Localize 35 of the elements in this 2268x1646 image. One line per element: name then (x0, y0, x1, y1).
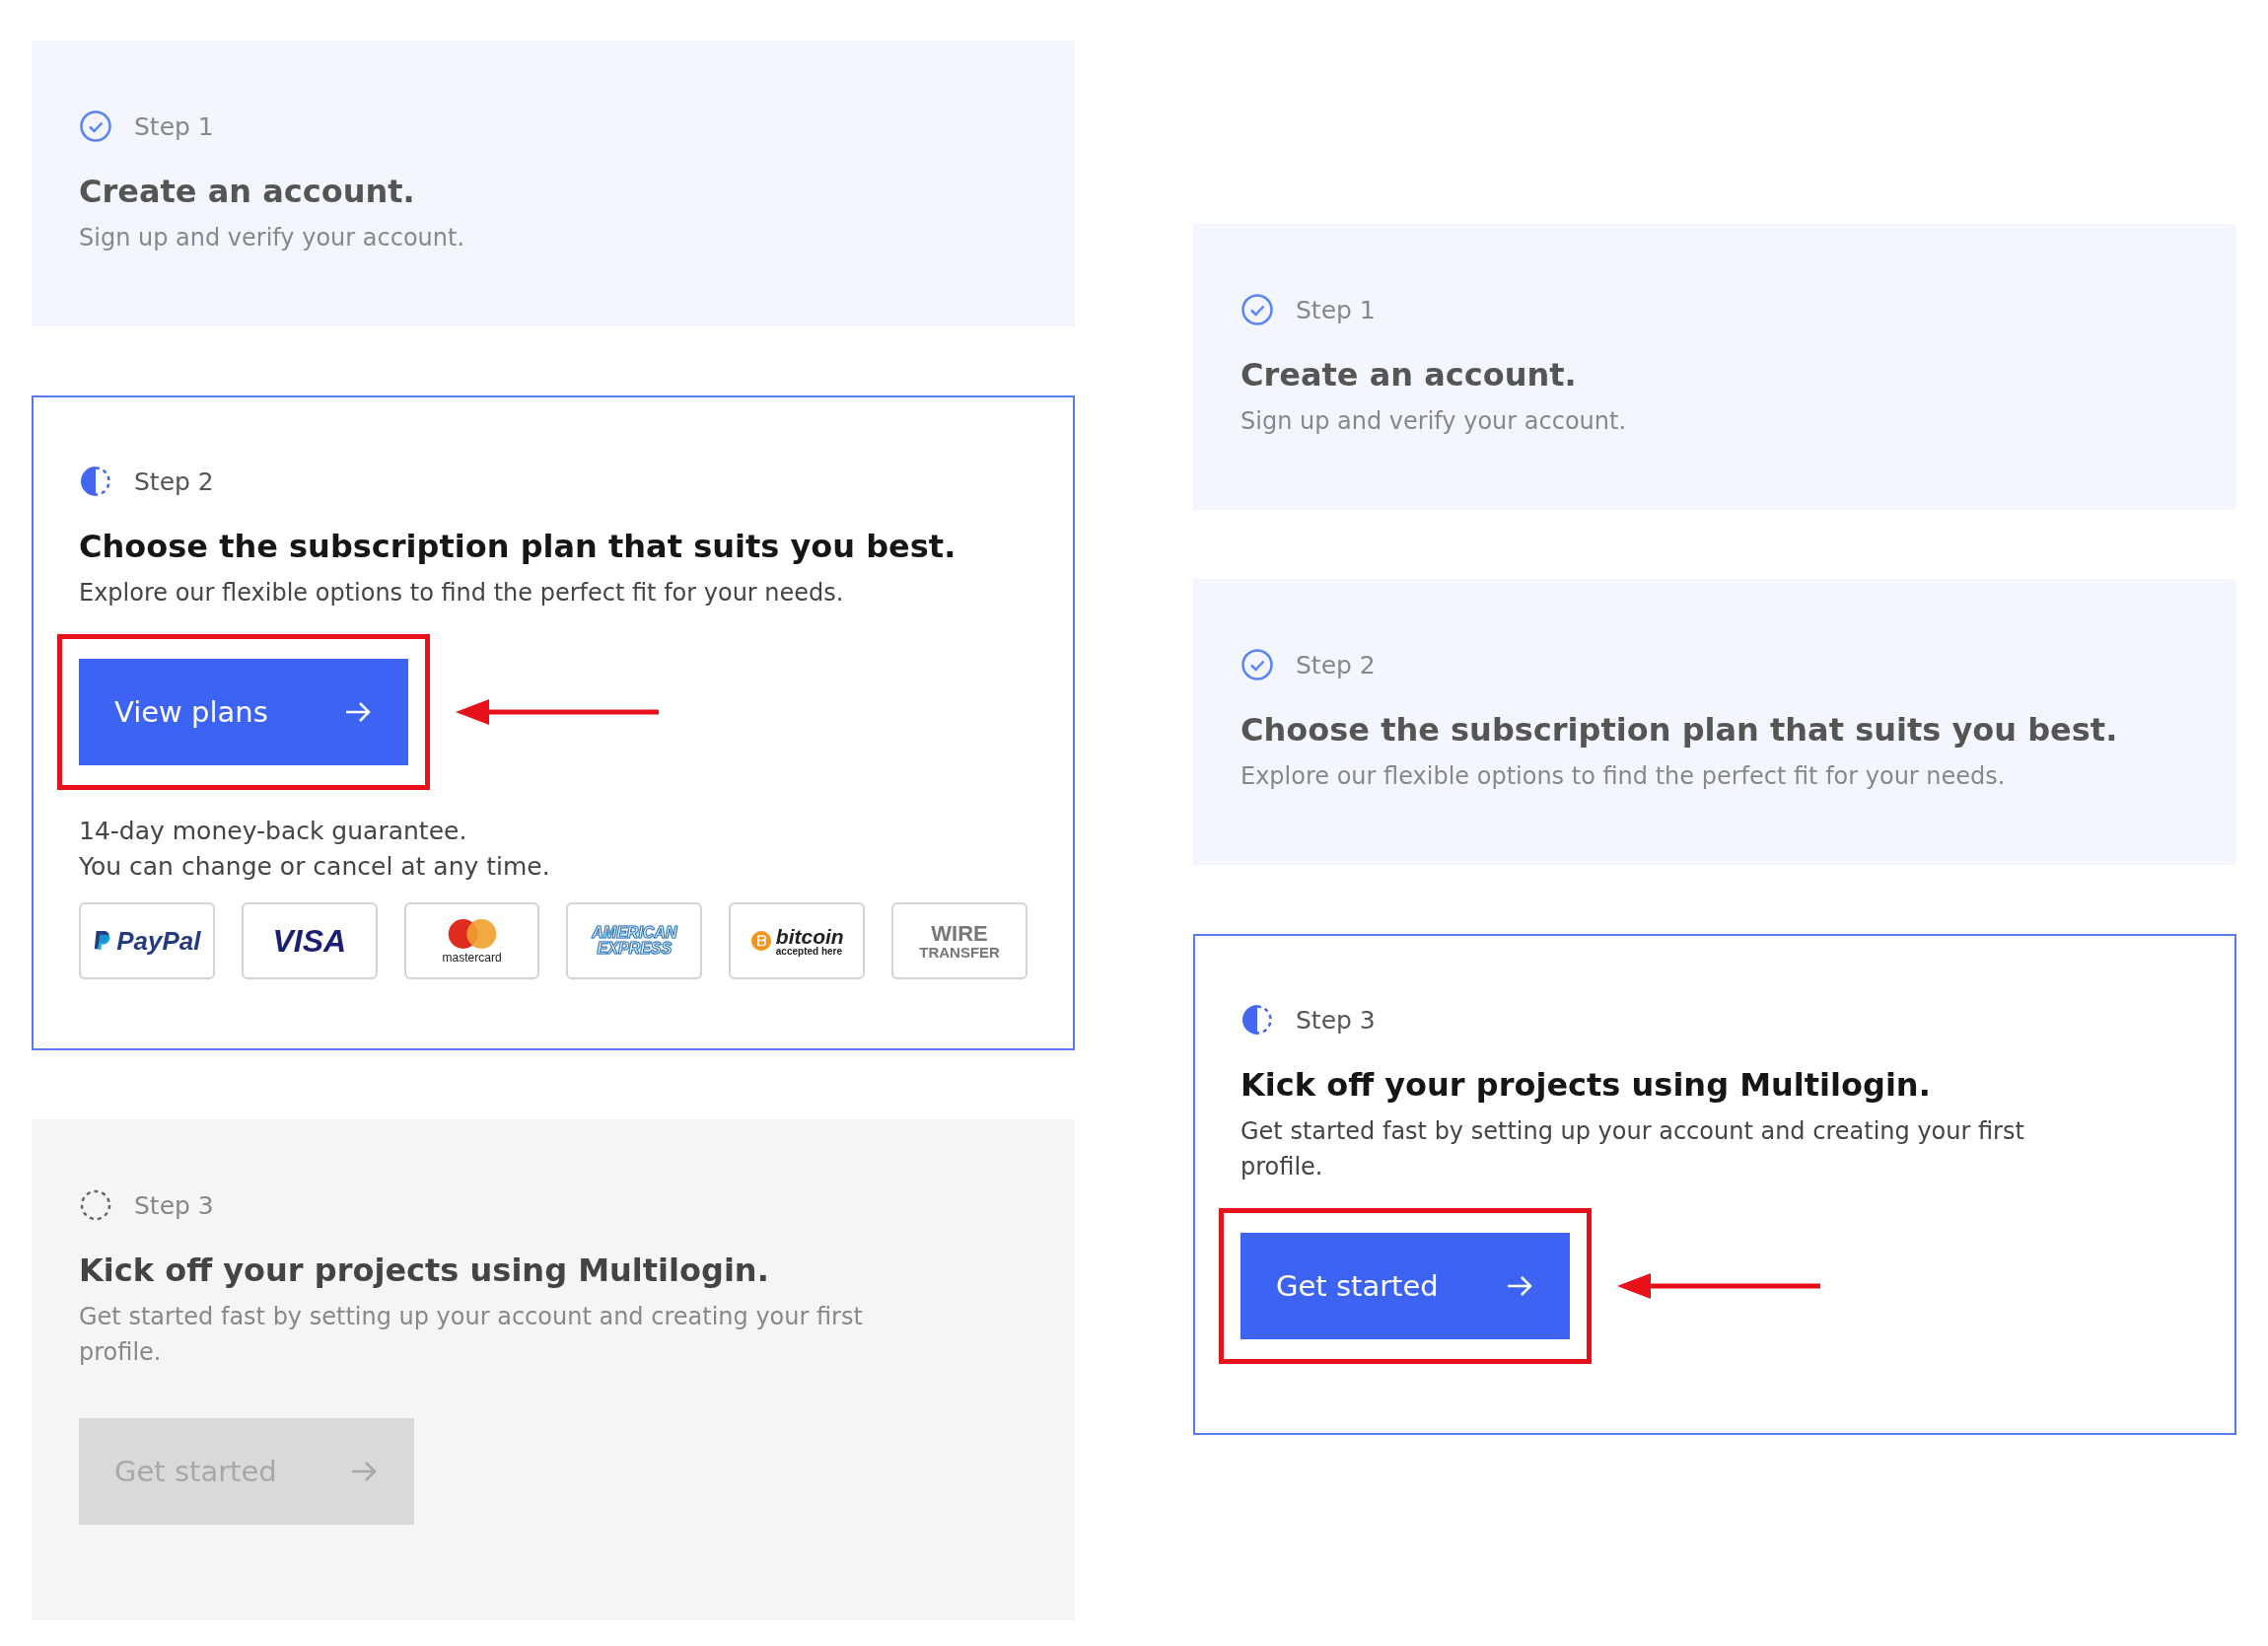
step-title: Choose the subscription plan that suits you best. (79, 528, 957, 565)
half-circle-icon (79, 465, 112, 498)
paypal-mark-icon (93, 929, 113, 953)
mastercard-logo: mastercard (403, 902, 540, 979)
dashed-circle-icon (79, 1188, 112, 1222)
half-circle-icon (1240, 1003, 1274, 1037)
step-label: Step 1 (1296, 295, 1376, 324)
step-title: Create an account. (1240, 356, 1578, 394)
visa-logo: VISA (241, 902, 378, 979)
step-title: Create an account. (79, 173, 416, 210)
step-description: Get started fast by setting up your account and creating your first profile. (79, 1302, 864, 1368)
step-description: Sign up and verify your account. (1240, 406, 1628, 437)
step-label: Step 3 (134, 1190, 214, 1220)
check-circle-icon (79, 109, 112, 143)
step-description: Explore our flexible options to find the perfect fit for your needs. (79, 578, 845, 608)
step-label: Step 1 (134, 111, 214, 141)
step-description: Explore our flexible options to find the perfect fit for your needs. (1240, 761, 2007, 792)
wire-transfer-logo: WIRE TRANSFER (891, 902, 1028, 979)
step-title: Kick off your projects using Multilogin. (1240, 1066, 1932, 1104)
bitcoin-coin-icon (749, 930, 772, 952)
step-label: Step 3 (1296, 1005, 1376, 1035)
note-text: You can change or cancel at any time. (79, 851, 551, 883)
paypal-logo: PayPal (79, 902, 215, 979)
step-title: Choose the subscription plan that suits you best. (1240, 711, 2119, 749)
step-description: Get started fast by setting up your account and creating your first profile. (1240, 1116, 2025, 1182)
step-label: Step 2 (1296, 650, 1376, 680)
action-button[interactable]: Get started (1240, 1233, 1570, 1339)
note-text: 14-day money-back guarantee. (79, 816, 468, 847)
step-description: Sign up and verify your account. (79, 223, 466, 253)
bitcoin-logo: bitcoin accepted here (729, 902, 866, 979)
step-title: Kick off your projects using Multilogin. (79, 1252, 770, 1289)
action-button[interactable]: View plans (79, 659, 408, 765)
step-label: Step 2 (134, 466, 214, 496)
check-circle-icon (1240, 648, 1274, 681)
check-circle-icon (1240, 293, 1274, 326)
